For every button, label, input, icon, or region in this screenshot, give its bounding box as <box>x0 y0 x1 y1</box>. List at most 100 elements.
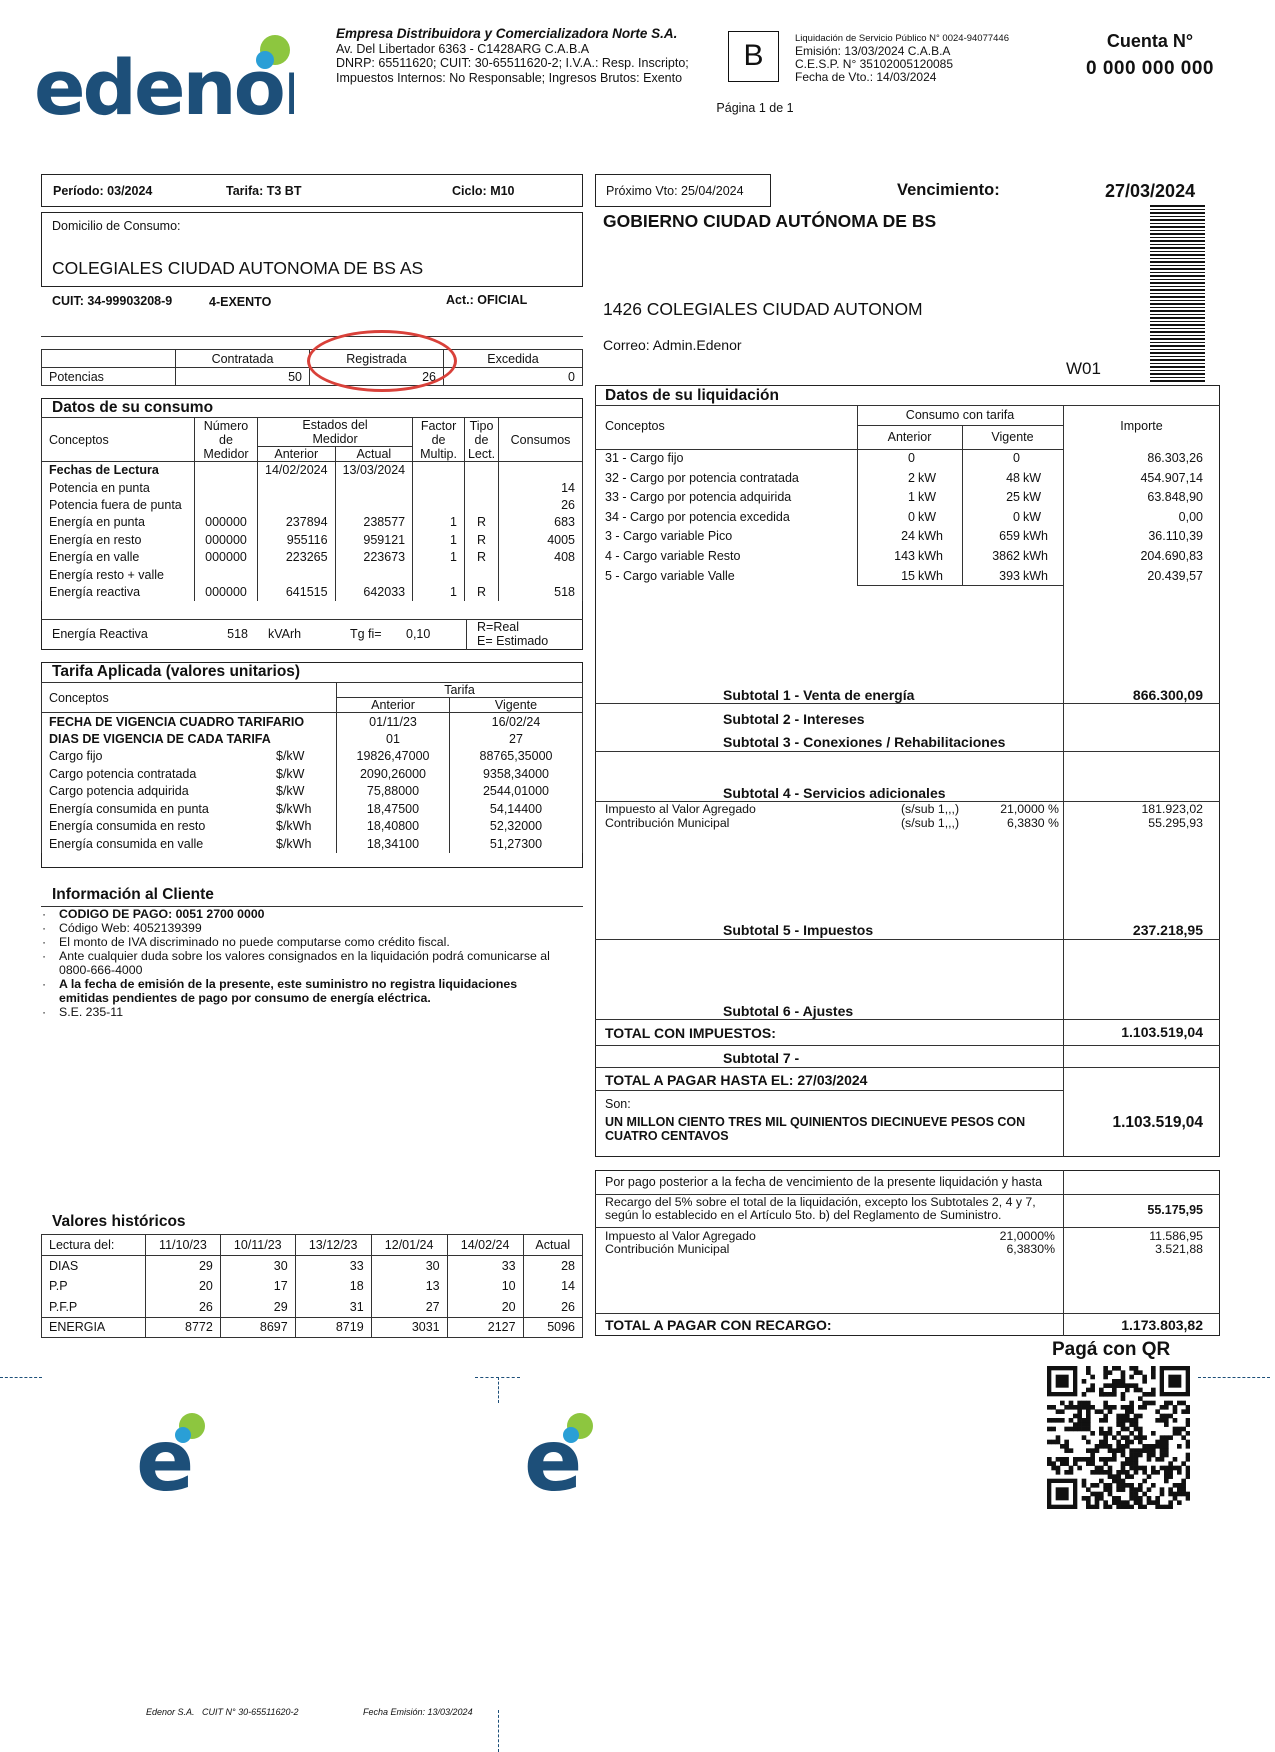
hist-cell: 33 <box>294 1255 372 1276</box>
hist-header: Actual <box>522 1234 584 1256</box>
tarifa-cell-vigente: 9358,34000 <box>449 765 583 783</box>
liq-cell-c: 5 - Cargo variable Valle <box>605 568 735 583</box>
liq-cell-a: 0 <box>908 509 915 524</box>
hist-cell: 26 <box>522 1296 584 1317</box>
proximo-vto: Próximo Vto: 25/04/2024 <box>606 184 744 198</box>
consumo-cell-n <box>194 478 258 497</box>
consumo-cell-ac: 13/03/2024 <box>334 461 414 479</box>
subtotal7-label: Subtotal 7 - <box>723 1050 800 1066</box>
liq-cell-i: 204.690,83 <box>1140 549 1203 563</box>
tarifa-row: Energía consumida en valle $/kWh 18,34100 5… <box>41 835 583 853</box>
tarifa-cell-concepto: FECHA DE VIGENCIA CUADRO TARIFARIO <box>41 712 337 730</box>
tarifa-cell-concepto: Cargo potencia contratada $/kW <box>41 765 337 783</box>
consumo-cell-f: 1 <box>412 583 465 601</box>
liq-cell-vu: kWh <box>1023 529 1048 544</box>
proximo-vto-box: Próximo Vto: 25/04/2024 <box>595 174 771 207</box>
recargo-imp-i: 11.586,95 <box>1149 1229 1203 1243</box>
tarifa-row: Cargo potencia adquirida $/kW 75,88000 2544… <box>41 782 583 800</box>
liq-h-consumo: Consumo con tarifa <box>905 408 1015 422</box>
tarifa-cell-anterior: 75,88000 <box>336 782 450 800</box>
bullet-icon: · <box>42 907 47 921</box>
cut-line-vertical <box>498 1377 499 1403</box>
info-item: · Ante cualquier duda sobre los valores c… <box>42 949 562 977</box>
consumo-cell-c: Potencia fuera de punta <box>41 496 195 514</box>
imp-cell-i: 55.295,93 <box>1148 816 1203 830</box>
tarifa-cell-anterior: 01 <box>336 730 450 748</box>
consumo-h-tipo-1: Tipo <box>469 418 494 433</box>
hist-row: P.F.P 26 29 31 27 20 26 <box>41 1296 584 1317</box>
tarifa-row-bold: DIAS DE VIGENCIA DE CADA TARIFA 01 27 <box>41 730 583 748</box>
potencias-header-contratada: Contratada <box>175 349 310 368</box>
hist-header: 13/12/23 <box>294 1234 372 1256</box>
liq-cell-c: 34 - Cargo por potencia excedida <box>605 509 790 524</box>
subtotal5-label: Subtotal 5 - Impuestos <box>723 922 874 938</box>
consumo-cell-a: 237894 <box>257 513 336 532</box>
liq-cell-v: 393 <box>999 568 1020 583</box>
hist-cell: 20 <box>446 1296 524 1317</box>
consumo-cell-c: Energía resto + valle <box>41 565 195 584</box>
info-item: · El monto de IVA discriminado no puede c… <box>42 935 562 949</box>
tarifa-concepto-text: Energía consumida en punta <box>49 801 209 816</box>
svg-text:e: e <box>524 1411 582 1496</box>
info-item-text: El monto de IVA discriminado no puede co… <box>59 935 450 949</box>
liq-cell-c: 3 - Cargo variable Pico <box>605 529 733 544</box>
tarifa-type: Tarifa: T3 BT <box>226 184 302 198</box>
liq-cell-a: 143 <box>894 549 915 563</box>
liq-cell-v: 659 <box>999 529 1020 544</box>
qr-code[interactable] <box>1047 1366 1191 1510</box>
imp-cell-i: 181.923,02 <box>1141 802 1203 816</box>
hist-row: P.P 20 17 18 13 10 14 <box>41 1276 584 1297</box>
recargo-imp-i: 3.521,88 <box>1155 1242 1203 1256</box>
qr-label: Pagá con QR <box>1052 1339 1171 1360</box>
consumo-row: Energía resto + valle <box>41 565 583 584</box>
liq-h-conceptos: Conceptos <box>605 419 665 433</box>
tarifa-cell-vigente: 2544,01000 <box>449 782 583 800</box>
liq-cell-v: 48 <box>1006 470 1020 485</box>
hist-cell: 28 <box>522 1255 584 1276</box>
recargo-imp-c: Contribución Municipal <box>605 1242 730 1256</box>
hist-cell: 20 <box>145 1276 221 1297</box>
liq-cell-au: kW <box>918 490 937 505</box>
page-number: Página 1 de 1 <box>716 101 794 115</box>
tarifa-row: Energía consumida en resto $/kWh 18,40800 5… <box>41 817 583 835</box>
consumo-cell-a <box>257 478 336 497</box>
recargo-imp-pct: 6,3830% <box>1006 1242 1055 1256</box>
tarifa-unit: $/kWh <box>276 819 312 834</box>
liq-cell-a: 15 <box>901 568 915 583</box>
legend-estimado: E= Estimado <box>477 634 549 648</box>
consumo-cell-a: 14/02/2024 <box>257 461 336 479</box>
liq-cell-vu: kWh <box>1023 549 1048 563</box>
tarifa-cell-vigente: 16/02/24 <box>449 712 583 730</box>
tarifa-h-conceptos: Conceptos <box>41 682 337 713</box>
domicilio-label: Domicilio de Consumo: <box>52 219 181 233</box>
consumo-cell-c: Potencia en punta <box>41 478 195 497</box>
cliente-correo: Correo: Admin.Edenor <box>603 337 742 353</box>
company-address: Av. Del Libertador 6363 - C1428ARG C.A.B… <box>336 41 590 56</box>
consumo-title: Datos de su consumo <box>52 399 214 416</box>
hist-cell: P.F.P <box>41 1296 146 1317</box>
liq-cell-c: 4 - Cargo variable Resto <box>605 549 741 563</box>
liq-cell-a: 1 <box>908 490 915 505</box>
bullet-icon: · <box>42 1005 47 1019</box>
hist-cell: 26 <box>145 1296 221 1317</box>
consumo-cell-n: 000000 <box>194 583 258 601</box>
edenor-e-logo-left-graphic: e <box>136 1411 205 1511</box>
info-item: · Código Web: 4052139399 <box>42 921 562 935</box>
hist-header: 10/11/23 <box>219 1234 296 1256</box>
info-item-text: A la fecha de emisión de la presente, es… <box>59 977 518 1005</box>
consumo-cell-v: 683 <box>498 513 583 532</box>
hist-cell: 30 <box>219 1255 296 1276</box>
zona-code: W01 <box>1066 359 1101 378</box>
cut-line-bottom <box>498 1710 499 1752</box>
liq-h-anterior: Anterior <box>887 430 932 444</box>
consumo-h-numero-2: de <box>219 432 233 447</box>
registrada-annotation-circle <box>307 330 457 392</box>
subtotal1-label: Subtotal 1 - Venta de energía <box>723 687 915 703</box>
hist-cell: 3031 <box>370 1316 448 1338</box>
potencias-header-excedida: Excedida <box>443 349 583 368</box>
hist-cell: 10 <box>446 1276 524 1297</box>
imp-cell-c: Contribución Municipal <box>605 816 730 830</box>
consumo-cell-n <box>194 565 258 584</box>
hist-cell: 27 <box>370 1296 448 1317</box>
consumo-cell-c: Energía en resto <box>41 531 195 549</box>
